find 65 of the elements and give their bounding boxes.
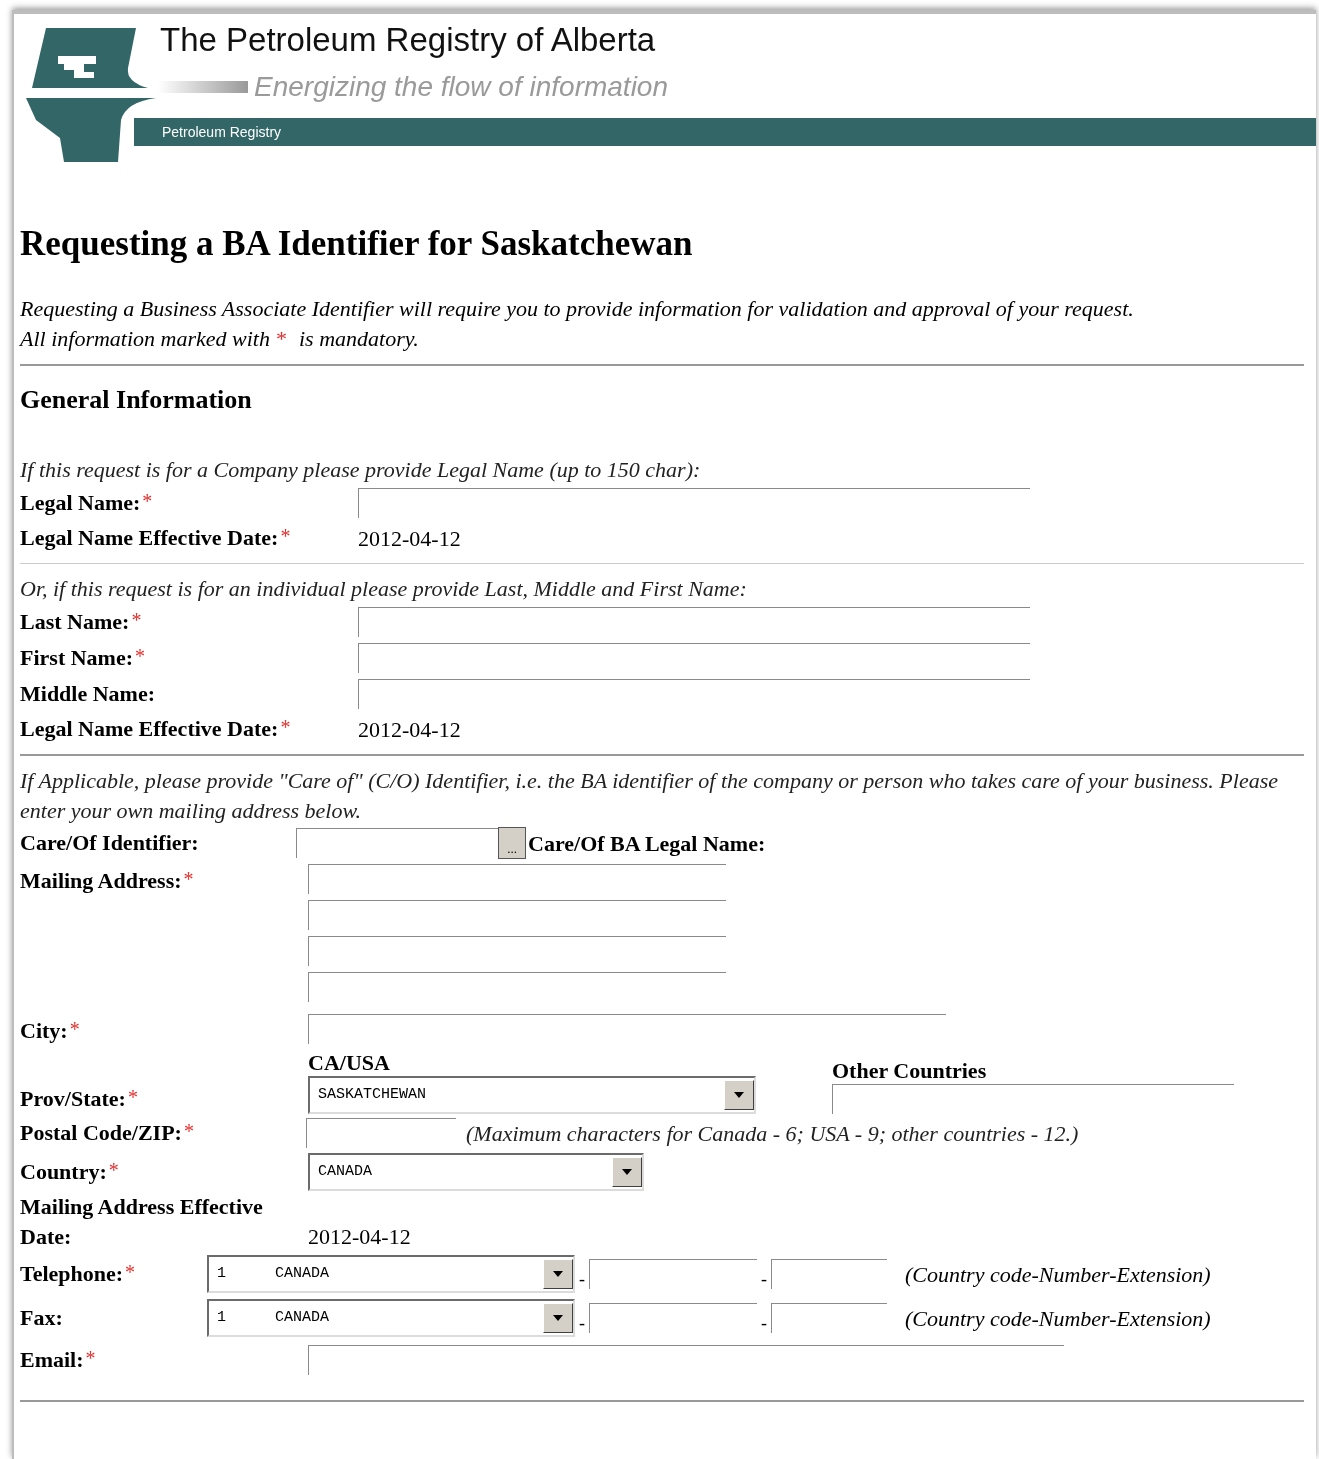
field-label: Legal Name Effective Date: [20,525,279,551]
browse-button[interactable]: ... [498,827,526,859]
field-label: Fax: [20,1305,63,1331]
required-mark: * [131,609,142,631]
instruction-text: If this request is for a Company please provide Legal Name (up to 150 char): [20,456,702,484]
dropdown-value: 1 [217,1263,227,1284]
header-bar-label: Petroleum Registry [162,122,282,142]
required-mark: * [135,645,145,667]
hint-text: (Maximum characters for Canada - 6; USA - 9; other countries - 12.) [466,1119,1079,1148]
field-label: Middle Name: [20,681,156,707]
hint-text: (Country code-Number-Extension) [905,1260,1211,1289]
required-mark: * [85,1347,96,1369]
intro-text: Requesting a Business Associate Identifier will require you to provide information for validation and approval of your request. [20,295,1135,323]
dropdown-value: CANADA [318,1161,372,1182]
required-mark: * [142,490,153,512]
instruction-text: If Applicable, please provide "Care of" (C/O) Identifier, i.e. the BA identifier of the company or person who takes care of your business. Please enter your own mailing address below. [20,767,1279,825]
field-label: Prov/State: [20,1086,126,1112]
field-label: Legal Name: [20,490,141,516]
dropdown-value: SASKATCHEWAN [318,1084,427,1105]
date-value: 2012-04-12 [358,715,461,744]
required-mark: * [108,1159,119,1181]
field-label: City: [20,1018,68,1044]
field-label: Care/Of Identifier: [20,830,199,856]
separator-text: - [579,1311,585,1335]
dropdown-value: CANADA [275,1263,329,1284]
field-label: Last Name: [20,609,130,635]
field-label: First Name: [20,645,133,671]
dropdown[interactable]: SASKATCHEWAN [308,1076,756,1114]
field-label: Email: [20,1347,84,1373]
dropdown-value: 1 [217,1307,227,1328]
separator-text: - [761,1267,767,1291]
required-mark: * [275,325,287,353]
required-mark: * [69,1018,80,1040]
field-label: Postal Code/ZIP: [20,1120,182,1146]
field-label: Country: [20,1159,107,1185]
field-label: Mailing Address: [20,868,182,894]
date-value: 2012-04-12 [358,524,461,553]
hint-text: (Country code-Number-Extension) [905,1304,1211,1333]
dropdown[interactable]: 1 CANADA [207,1299,575,1337]
dropdown[interactable]: CANADA [308,1153,644,1191]
dropdown-value: CANADA [275,1307,329,1328]
tagline: Energizing the flow of information [254,70,668,104]
column-heading: Other Countries [832,1058,988,1084]
required-mark: * [127,1086,138,1108]
site-title: The Petroleum Registry of Alberta [159,20,657,60]
separator-text: - [761,1311,767,1335]
section-title: General Information [20,384,253,416]
field-label: Telephone: [20,1261,124,1287]
required-mark: * [183,1120,194,1142]
page-title: Requesting a BA Identifier for Saskatchewan [20,223,694,265]
column-heading: CA/USA [308,1050,391,1076]
required-mark: * [280,525,291,547]
field-label: Mailing Address Effective Date: [20,1193,264,1251]
date-value: 2012-04-12 [308,1223,411,1251]
mandatory-note: is mandatory. [298,325,419,353]
field-label: Legal Name Effective Date: [20,716,279,742]
text-field[interactable] [296,828,498,858]
required-mark: * [280,716,291,738]
separator-text: - [579,1267,585,1291]
instruction-text: Or, if this request is for an individual please provide Last, Middle and First Name: [20,575,748,603]
dropdown[interactable]: 1 CANADA [207,1255,575,1293]
required-mark: * [183,868,194,890]
field-label: Care/Of BA Legal Name: [528,829,766,858]
required-mark: * [125,1261,136,1283]
mandatory-note: All information marked with [20,325,270,353]
